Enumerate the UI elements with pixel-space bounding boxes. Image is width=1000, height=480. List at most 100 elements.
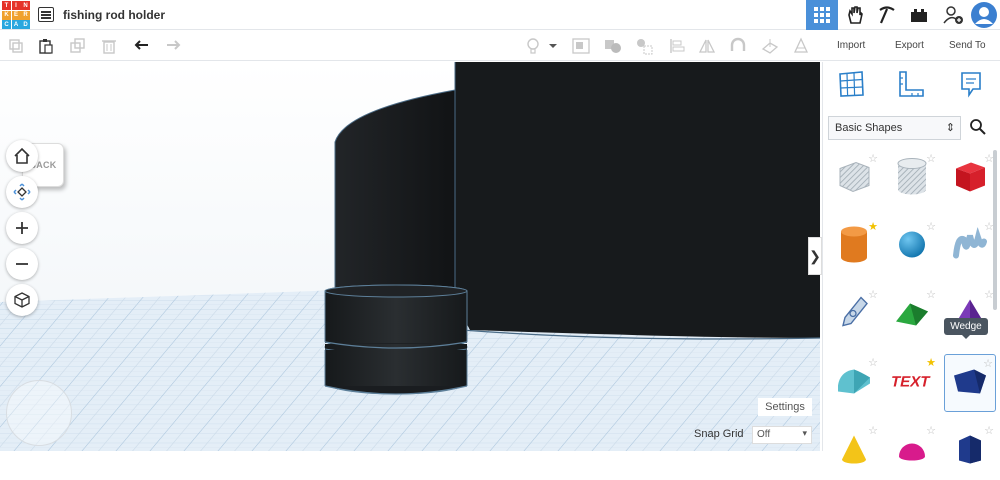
shape-tile-box[interactable]: ☆ xyxy=(944,150,996,208)
3d-design-view-button[interactable] xyxy=(806,0,838,30)
briefcase-icon xyxy=(911,9,927,22)
align-button[interactable] xyxy=(667,36,687,56)
shape-tooltip: Wedge xyxy=(944,318,988,339)
star-icon[interactable]: ☆ xyxy=(926,288,936,301)
ruler-button[interactable] xyxy=(791,36,811,56)
shape-tile-round-roof[interactable]: ☆ xyxy=(828,354,880,412)
delete-button[interactable] xyxy=(99,36,119,56)
add-user-icon xyxy=(943,6,963,24)
shape-tile-shape-generator[interactable]: ☆ xyxy=(828,286,880,344)
profile-avatar-button[interactable] xyxy=(968,0,1000,30)
blocks-view-button[interactable] xyxy=(839,0,871,30)
copy-icon xyxy=(9,39,23,53)
round-roof-icon xyxy=(836,366,872,401)
3d-workplane[interactable]: BACK xyxy=(0,62,820,451)
fit-view-icon xyxy=(13,183,31,201)
zoom-in-button[interactable] xyxy=(6,212,38,244)
pickaxe-icon xyxy=(879,6,895,24)
star-icon[interactable]: ☆ xyxy=(868,424,878,437)
ruler-tool-button[interactable] xyxy=(897,70,925,103)
shape-tile-box-hole[interactable]: ☆ xyxy=(828,150,880,208)
caret-down-icon xyxy=(549,44,557,48)
polygon-icon xyxy=(955,433,985,470)
duplicate-button[interactable] xyxy=(68,36,88,56)
star-icon[interactable]: ☆ xyxy=(984,424,994,437)
shape-tile-cylinder[interactable]: ★ xyxy=(828,218,880,276)
align-icon xyxy=(670,39,685,53)
search-shapes-button[interactable] xyxy=(969,118,987,141)
logo-letter: K xyxy=(2,10,11,20)
design-list-icon[interactable] xyxy=(38,7,54,22)
shape-tile-text[interactable]: TEXT ★ xyxy=(886,354,938,412)
logo-letter: I xyxy=(11,1,21,10)
sphere-icon xyxy=(897,230,927,265)
mirror-button[interactable] xyxy=(697,36,717,56)
solid-hole-icon xyxy=(637,39,653,55)
shape-tile-pyramid[interactable]: ☆ xyxy=(944,286,996,344)
add-user-button[interactable] xyxy=(937,0,969,30)
star-icon[interactable]: ☆ xyxy=(868,356,878,369)
star-icon[interactable]: ☆ xyxy=(926,220,936,233)
notes-tool-button[interactable] xyxy=(957,70,985,103)
shape-tile-scribble[interactable]: ☆ xyxy=(944,218,996,276)
send-to-button[interactable]: Send To xyxy=(949,40,986,51)
edit-toolbar: Import Export Send To xyxy=(0,31,1000,61)
svg-text:TEXT: TEXT xyxy=(892,374,932,391)
zoom-out-button[interactable] xyxy=(6,248,38,280)
document-title[interactable]: fishing rod holder xyxy=(63,8,165,22)
shape-tile-roof[interactable]: ☆ xyxy=(886,286,938,344)
shape-tile-half-sphere[interactable]: ☆ xyxy=(886,422,938,480)
cruise-button[interactable] xyxy=(728,36,748,56)
home-view-button[interactable] xyxy=(6,140,38,172)
note-icon xyxy=(961,72,981,98)
top-bar: TIN KER CAD fishing rod holder xyxy=(0,0,1000,30)
undo-button[interactable] xyxy=(132,36,152,56)
star-icon[interactable]: ☆ xyxy=(926,424,936,437)
star-icon[interactable]: ☆ xyxy=(983,357,993,370)
tools-view-button[interactable] xyxy=(871,0,903,30)
ruler-cone-icon xyxy=(793,37,809,53)
shape-tile-sphere[interactable]: ☆ xyxy=(886,218,938,276)
star-icon[interactable]: ☆ xyxy=(868,288,878,301)
shape-tile-wedge[interactable]: ☆ xyxy=(944,354,996,412)
star-icon[interactable]: ☆ xyxy=(926,152,936,165)
mirror-icon xyxy=(698,39,716,53)
notes-dropdown[interactable] xyxy=(546,36,560,56)
panel-collapse-button[interactable]: ❯ xyxy=(808,237,822,275)
group-button[interactable] xyxy=(571,36,591,56)
shape-tile-cylinder-hole[interactable]: ☆ xyxy=(886,150,938,208)
redo-icon xyxy=(167,40,181,50)
ungroup-button[interactable] xyxy=(603,36,623,56)
export-button[interactable]: Export xyxy=(895,40,924,51)
favorite-star-icon[interactable]: ★ xyxy=(926,356,936,369)
perspective-toggle-button[interactable] xyxy=(6,284,38,316)
paste-button[interactable] xyxy=(36,36,56,56)
solid-hole-button[interactable] xyxy=(634,36,654,56)
shape-tile-cone[interactable]: ☆ xyxy=(828,422,880,480)
cone-icon xyxy=(839,434,869,469)
star-icon[interactable]: ☆ xyxy=(868,152,878,165)
workplane-button[interactable] xyxy=(760,36,780,56)
3d-viewport[interactable] xyxy=(0,62,820,451)
import-button[interactable]: Import xyxy=(837,40,865,51)
shape-tile-polygon[interactable]: ☆ xyxy=(944,422,996,480)
roof-icon xyxy=(894,298,930,333)
settings-button[interactable]: Settings xyxy=(758,398,812,416)
favorite-star-icon[interactable]: ★ xyxy=(868,220,878,233)
panel-scrollbar[interactable] xyxy=(993,150,997,310)
snap-grid-select[interactable]: Off xyxy=(752,426,812,444)
bricks-view-button[interactable] xyxy=(903,0,935,30)
fit-view-button[interactable] xyxy=(6,176,38,208)
paste-icon xyxy=(39,39,53,54)
magnet-icon xyxy=(730,37,746,51)
copy-button[interactable] xyxy=(6,36,26,56)
tinkercad-logo[interactable]: TIN KER CAD xyxy=(2,1,30,29)
shapes-category-select[interactable]: Basic Shapes xyxy=(828,116,961,140)
trash-icon xyxy=(102,40,116,54)
notes-button[interactable] xyxy=(523,36,543,56)
logo-letter: N xyxy=(21,1,30,10)
workplane-tool-button[interactable] xyxy=(837,70,865,103)
orbit-control[interactable] xyxy=(6,380,72,446)
redo-button[interactable] xyxy=(163,36,183,56)
workplane-icon xyxy=(761,39,779,54)
